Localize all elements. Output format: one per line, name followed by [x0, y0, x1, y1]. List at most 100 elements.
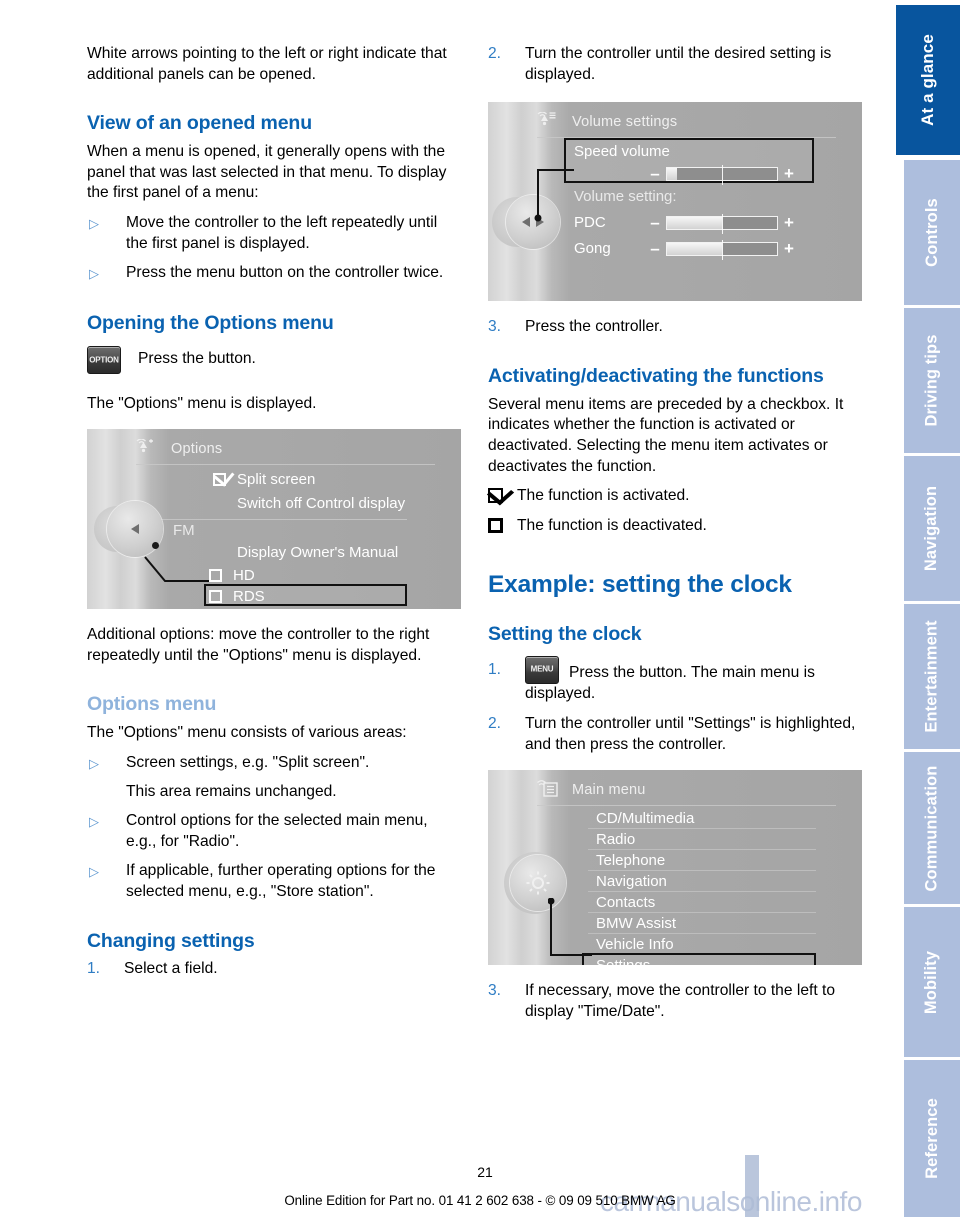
slider-track[interactable]: [666, 165, 778, 186]
activating-paragraph: Several menu items are preceded by a che…: [488, 395, 844, 475]
tab-controls[interactable]: Controls: [904, 160, 960, 305]
bullet-marker: ▷: [89, 266, 99, 282]
tab-at-a-glance[interactable]: At a glance: [896, 5, 960, 155]
plus-icon[interactable]: +: [782, 239, 796, 259]
manual-page: At a glance Controls Driving tips Naviga…: [0, 0, 960, 1222]
slider-notch: [722, 214, 723, 235]
view-menu-paragraph: When a menu is opened, it generally open…: [87, 143, 447, 202]
menu-button-label: MENU: [530, 665, 554, 675]
list-item: 2. Turn the controller until "Settings" …: [488, 714, 862, 755]
options-result-text: The "Options" menu is displayed.: [87, 394, 317, 412]
checkbox-unchecked-icon[interactable]: [209, 590, 222, 604]
screen-arc-decoration-right: [816, 102, 862, 302]
glyph-text: The function is activated.: [517, 487, 690, 505]
main-menu-item-telephone[interactable]: Telephone: [588, 850, 816, 872]
main-menu-item-label: BMW Assist: [596, 914, 677, 932]
slider-fill: [667, 217, 722, 230]
minus-icon[interactable]: –: [648, 239, 662, 259]
volume-screen-title: Volume settings: [572, 114, 678, 131]
tab-mobility[interactable]: Mobility: [904, 907, 960, 1057]
options-item-label: HD: [233, 567, 255, 585]
page-title: Example: setting the clock: [488, 571, 792, 599]
list-item: ▷ If applicable, further operating optio…: [87, 861, 461, 902]
heading-view-of-opened-menu: View of an opened menu: [87, 112, 312, 135]
bullet-text: Screen settings, e.g. "Split screen".: [126, 754, 370, 772]
volume-selected-label: Speed volume: [574, 143, 670, 161]
heading-activating-deactivating: Activating/deactivating the functions: [488, 364, 824, 387]
plus-icon[interactable]: +: [782, 164, 796, 184]
options-item-label: FM: [173, 522, 195, 540]
main-menu-item-radio[interactable]: Radio: [588, 829, 816, 851]
options-screen-header: Options: [136, 437, 415, 461]
main-menu-item-vehicle-info[interactable]: Vehicle Info: [588, 934, 816, 956]
option-button-instruction: Press the button.: [138, 350, 256, 368]
slider-notch: [722, 165, 723, 186]
options-item-switch-off-control-display[interactable]: Switch off Control display: [237, 495, 405, 512]
options-item-hd[interactable]: HD: [209, 567, 255, 584]
bullet-subtext: This area remains unchanged.: [126, 782, 337, 800]
page-number: 21: [477, 1164, 493, 1180]
checkbox-unchecked-icon: [488, 516, 517, 536]
options-group-fm: FM: [173, 522, 195, 539]
main-menu-item-cd-multimedia[interactable]: CD/Multimedia: [588, 808, 816, 830]
tab-communication[interactable]: Communication: [904, 752, 960, 904]
options-item-split-screen[interactable]: Split screen: [213, 471, 315, 488]
main-menu-item-bmw-assist[interactable]: BMW Assist: [588, 913, 816, 935]
volume-row-gong[interactable]: Gong: [574, 240, 611, 257]
main-menu-item-contacts[interactable]: Contacts: [588, 892, 816, 914]
volume-row-pdc[interactable]: PDC: [574, 214, 606, 231]
option-button-label: OPTION: [89, 355, 119, 365]
slider-speed-volume[interactable]: – +: [648, 164, 804, 186]
leader-line: [548, 898, 592, 957]
step-marker: 2.: [488, 714, 502, 732]
menu-hardware-button[interactable]: MENU: [525, 656, 559, 685]
slider-fill: [667, 243, 722, 256]
tab-driving-tips[interactable]: Driving tips: [904, 308, 960, 453]
list-item: 3. Press the controller.: [488, 317, 862, 338]
tab-entertainment[interactable]: Entertainment: [904, 604, 960, 749]
slider-pdc[interactable]: – +: [648, 213, 804, 235]
main-menu-item-label: Settings: [596, 957, 650, 965]
bullet-text: If applicable, further operating options…: [126, 862, 436, 900]
minus-icon[interactable]: –: [648, 213, 662, 233]
controller-knob-left[interactable]: [107, 501, 163, 558]
left-column: White arrows pointing to the left or rig…: [87, 44, 461, 979]
option-hardware-button[interactable]: OPTION: [87, 345, 121, 374]
step-text: Press the controller.: [525, 318, 663, 336]
chevron-left-icon: [131, 524, 139, 535]
gear-icon: [526, 871, 550, 895]
options-screen-title: Options: [171, 441, 223, 458]
plus-icon[interactable]: +: [782, 213, 796, 233]
bullet-text: Control options for the selected main me…: [126, 812, 428, 850]
bullet-marker: ▷: [89, 814, 99, 830]
glyph-row-activated: The function is activated.: [488, 486, 862, 507]
tab-label: Entertainment: [922, 620, 941, 733]
leader-line: [534, 169, 574, 222]
list-item: 3. If necessary, move the controller to …: [488, 981, 862, 1022]
main-menu-figure: Main menu CD/Multimedia Radio Telephone …: [488, 770, 862, 966]
minus-icon[interactable]: –: [648, 164, 662, 184]
tab-navigation[interactable]: Navigation: [904, 456, 960, 601]
slider-notch: [722, 240, 723, 261]
main-menu-item-label: Contacts: [596, 893, 656, 911]
footer-imprint: Online Edition for Part no. 01 41 2 602 …: [284, 1193, 676, 1208]
heading-options-menu: Options menu: [87, 693, 217, 716]
main-menu-item-navigation[interactable]: Navigation: [588, 871, 816, 893]
options-screen-figure: Options Split screen Switch off Control …: [87, 429, 461, 610]
list-item: ▷ Control options for the selected main …: [87, 811, 461, 852]
options-item-rds[interactable]: RDS: [209, 588, 265, 605]
tab-label: Navigation: [922, 485, 941, 572]
bullet-text: Move the controller to the left repeated…: [126, 213, 438, 252]
slider-track[interactable]: [666, 214, 778, 235]
slider-gong[interactable]: – +: [648, 239, 804, 261]
main-menu-item-settings[interactable]: Settings: [588, 955, 816, 965]
screen-arc-decoration-right: [816, 770, 862, 966]
step-marker: 3.: [488, 318, 502, 336]
list-menu-icon: [537, 780, 563, 800]
chapter-tab-rail: At a glance Controls Driving tips Naviga…: [896, 0, 960, 1222]
checkbox-checked-icon[interactable]: [213, 473, 226, 487]
screen-arc-decoration-right: [415, 429, 461, 610]
slider-track[interactable]: [666, 240, 778, 261]
options-item-display-owners-manual[interactable]: Display Owner's Manual: [237, 544, 398, 561]
step-marker: 1.: [87, 959, 101, 977]
